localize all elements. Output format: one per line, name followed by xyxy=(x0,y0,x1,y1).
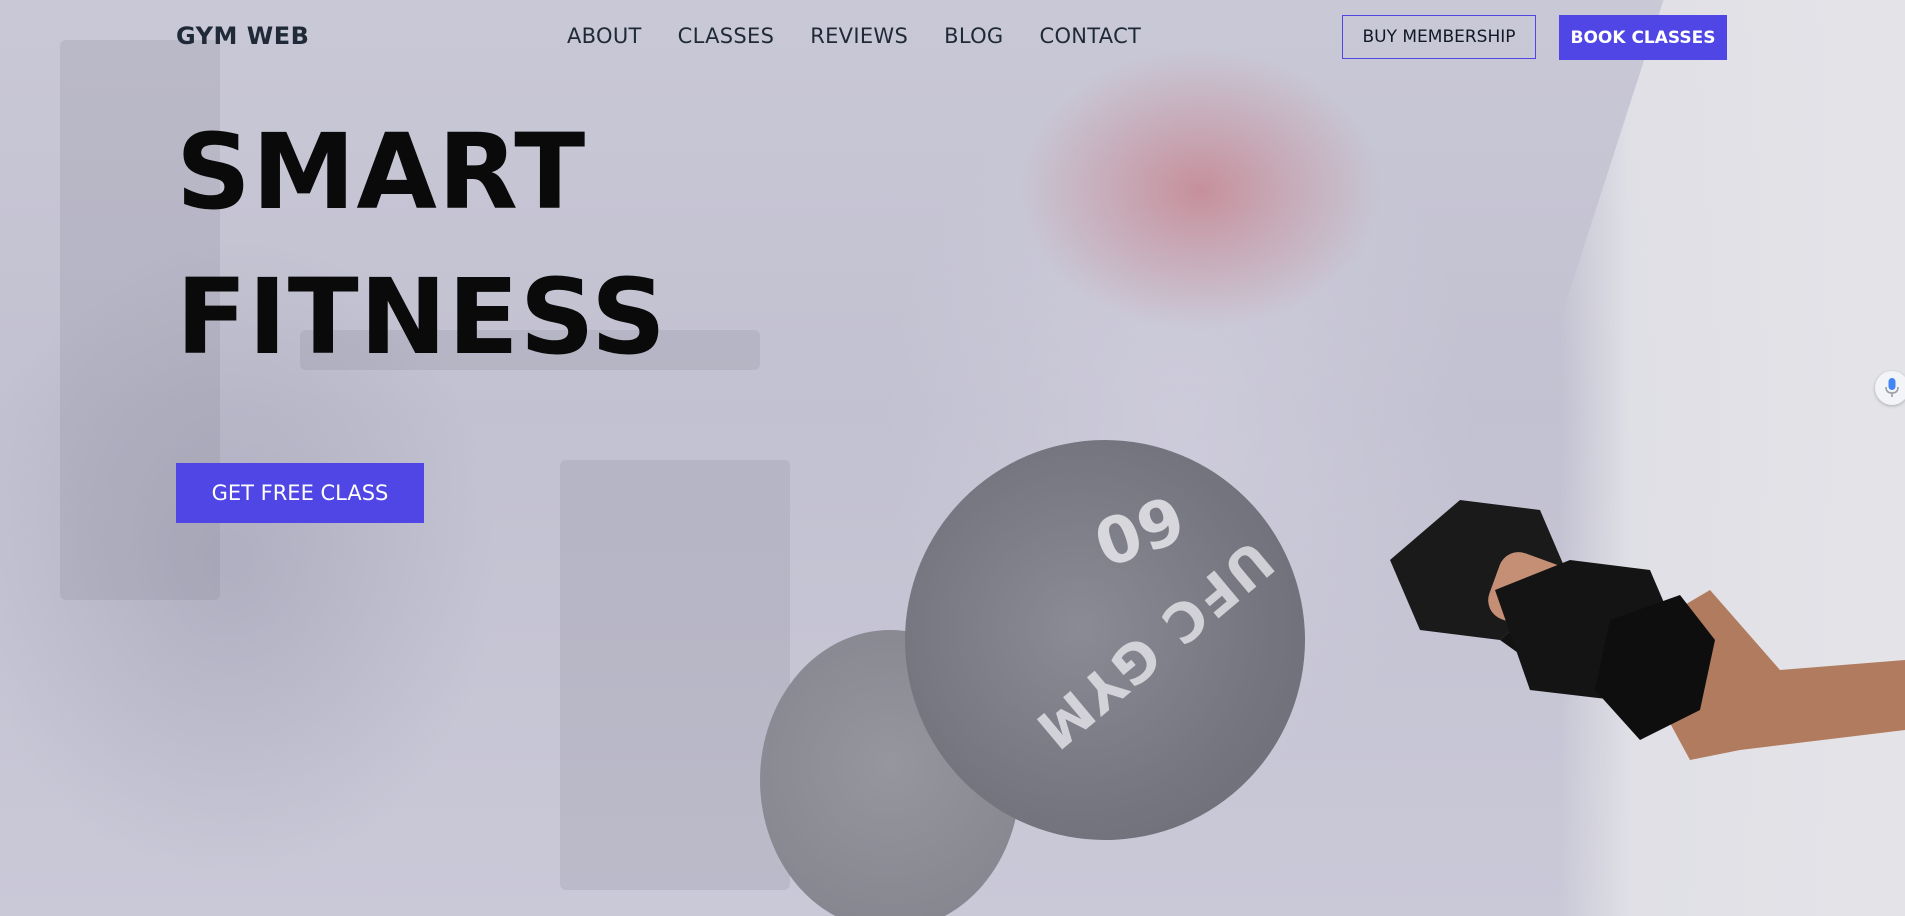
book-classes-button[interactable]: BOOK CLASSES xyxy=(1559,15,1727,60)
hero-title-line-1: SMART xyxy=(176,111,587,233)
buy-membership-button[interactable]: BUY MEMBERSHIP xyxy=(1342,15,1536,59)
nav-link-about[interactable]: ABOUT xyxy=(567,24,642,48)
site-logo[interactable]: GYM WEB xyxy=(176,22,309,50)
dumbbell-image xyxy=(1390,500,1905,760)
hero-title-line-2: FITNESS xyxy=(176,256,667,378)
get-free-class-button[interactable]: GET FREE CLASS xyxy=(176,463,424,523)
plate-number: 60 xyxy=(1084,478,1194,579)
page: 60 UFC GYM GYM WEB ABOUT CLASSES REVIEWS… xyxy=(0,0,1905,916)
nav-link-classes[interactable]: CLASSES xyxy=(678,24,775,48)
microphone-glyph xyxy=(1885,378,1899,397)
nav-link-reviews[interactable]: REVIEWS xyxy=(810,24,908,48)
site-header: GYM WEB ABOUT CLASSES REVIEWS BLOG CONTA… xyxy=(0,0,1905,76)
background-machine xyxy=(560,460,790,890)
microphone-icon[interactable] xyxy=(1875,371,1905,405)
main-nav: ABOUT CLASSES REVIEWS BLOG CONTACT xyxy=(567,24,1141,48)
hero-title: SMART FITNESS xyxy=(176,100,667,390)
plate-brand: UFC GYM xyxy=(1023,527,1286,763)
nav-link-contact[interactable]: CONTACT xyxy=(1039,24,1141,48)
nav-link-blog[interactable]: BLOG xyxy=(944,24,1003,48)
